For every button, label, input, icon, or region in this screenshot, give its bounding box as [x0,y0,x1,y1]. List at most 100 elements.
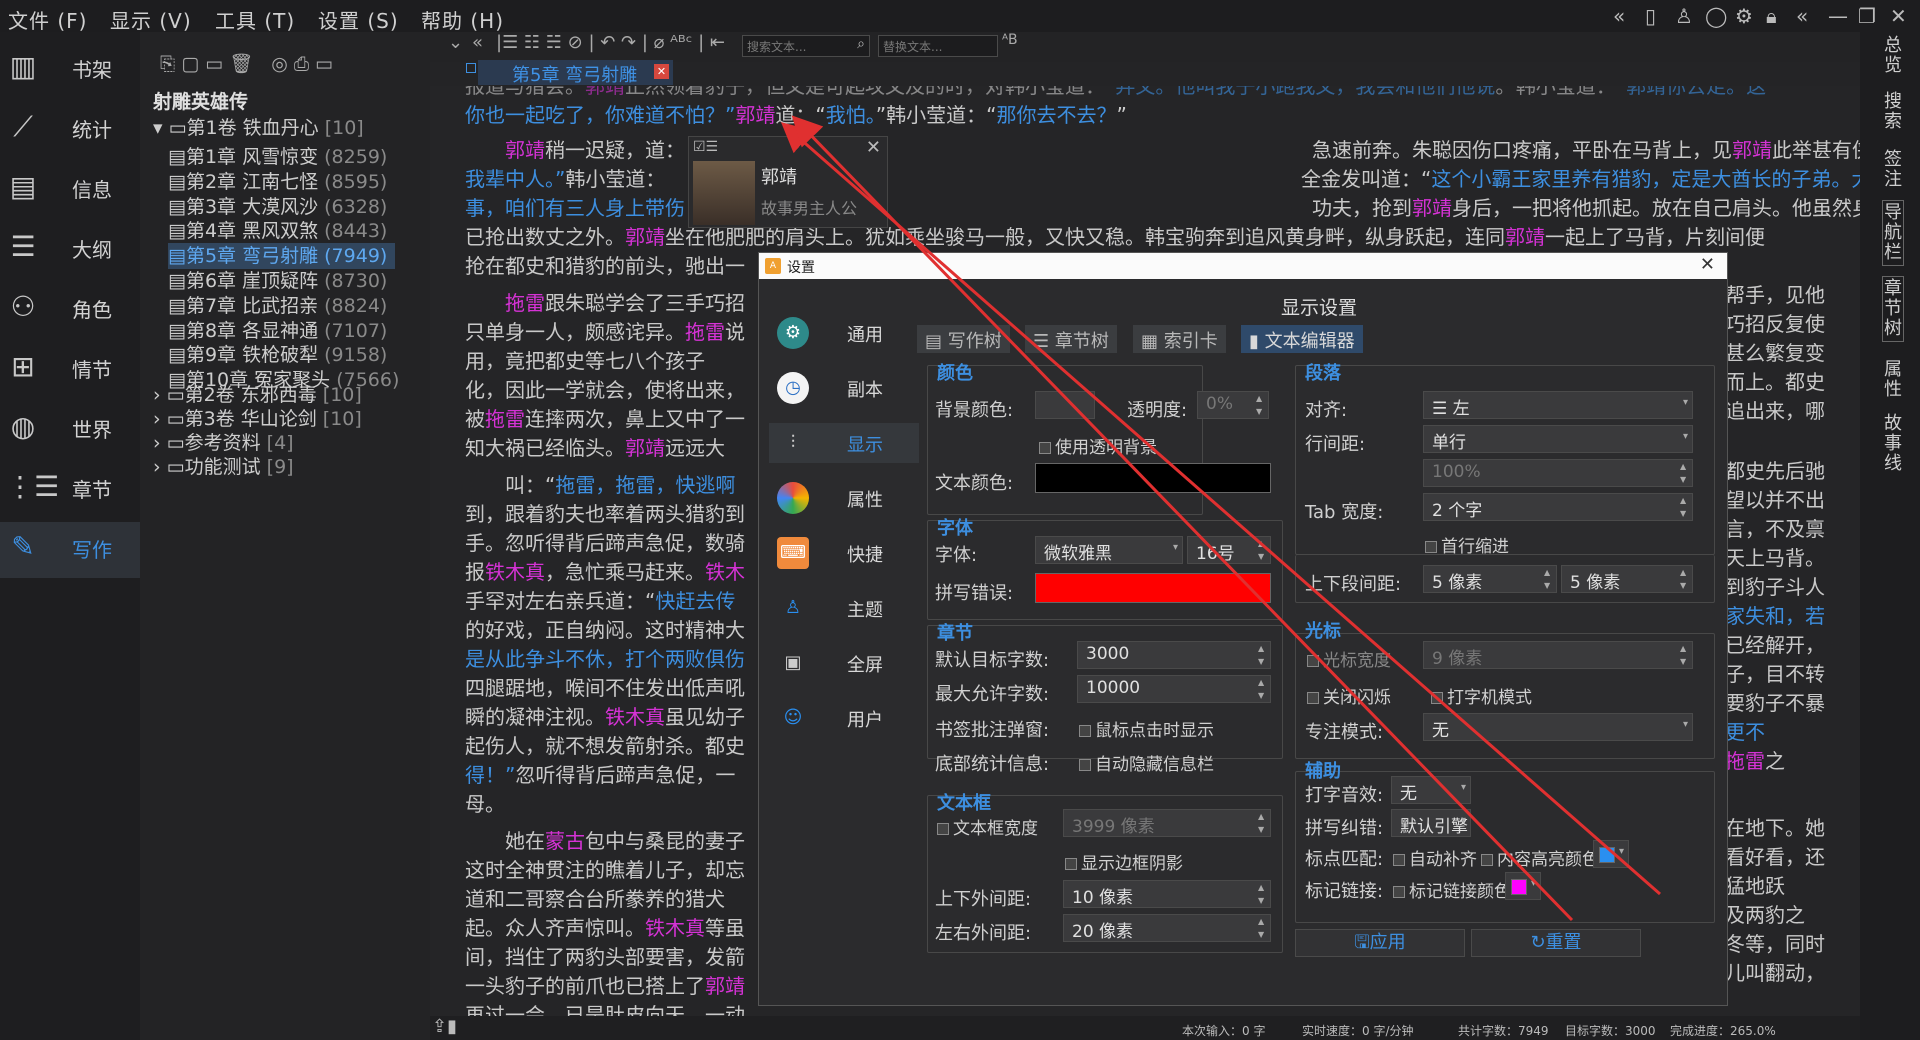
hmargin-spinner[interactable]: 20 像素 ▲ ▼ [1063,914,1271,942]
nav-bookshelf[interactable]: ▥ 书架 [0,42,140,98]
nav-stats[interactable]: ⟋ 统计 [0,102,140,158]
highlight-color-swatch[interactable] [1599,847,1615,863]
checkbox-box[interactable] [1307,692,1319,704]
edit-icon[interactable]: ☑☰ [693,139,718,155]
checkbox-box[interactable] [1039,442,1051,454]
tree-chapter[interactable]: ▤第1章 风雪惊变 (8259) [168,144,387,170]
tab-width-spinner[interactable]: 2 个字 ▲ ▼ [1423,493,1693,521]
tree-folder[interactable]: › ▭参考资料 [4] [153,430,294,456]
nav-outline[interactable]: ☰ 大纲 [0,222,140,278]
share-icon[interactable]: ⇪▮ [432,1016,457,1037]
font-select[interactable]: 微软雅黑 ▾ [1035,536,1183,564]
tree-chapter-selected[interactable]: ▤第5章 弯弓射雕 (7949) [168,243,396,270]
checkbox-box[interactable] [1065,858,1077,870]
dnav-theme[interactable]: ♙ 主题 [769,588,919,628]
typing-sound-select[interactable]: 无 ▾ [1391,776,1471,804]
spinner-arrows-icon[interactable]: ▲ ▼ [1258,537,1268,563]
menu-tools[interactable]: 工具 (T) [215,5,295,34]
apply-button[interactable]: 🖫︎应用 [1295,929,1465,957]
replace-input[interactable]: 替换文本... [878,35,998,57]
border-shadow-checkbox[interactable]: 显示边框阴影 [1065,849,1183,874]
nav-world[interactable]: ◍ 世界 [0,402,140,458]
spell-check-select[interactable]: 默认引擎 ▾ [1391,809,1471,837]
double-left-icon[interactable]: « [1796,4,1808,28]
menu-settings[interactable]: 设置 (S) [318,5,399,34]
spinner-arrows-icon[interactable]: ▲ ▼ [1258,915,1268,941]
text-color-swatch[interactable] [1035,463,1271,493]
para-spacing-top-spinner[interactable]: 5 像素 ▲ ▼ [1423,565,1557,593]
dnav-display[interactable]: ⫶ 显示 [769,423,919,463]
spinner-arrows-icon[interactable]: ▲ ▼ [1258,676,1268,702]
font-size-spinner[interactable]: 16号 ▲ ▼ [1187,536,1271,564]
spinner-arrows-icon[interactable]: ▲ ▼ [1680,460,1690,486]
highlight-checkbox[interactable]: 内容高亮颜色 [1481,845,1599,870]
line-spacing-percent[interactable]: 100% ▲ ▼ [1423,459,1693,487]
first-line-indent-checkbox[interactable]: 首行缩进 [1425,532,1509,557]
transparent-bg-checkbox[interactable]: 使用透明背景 [1039,433,1157,458]
reset-button[interactable]: ↻重置 [1471,929,1641,957]
no-blink-checkbox[interactable]: 关闭闪烁 [1307,683,1391,708]
tab-close-icon[interactable]: ✕ [654,64,669,79]
spinner-arrows-icon[interactable]: ▲ ▼ [1258,881,1268,907]
collapse-left-icon[interactable]: « [1613,4,1625,28]
minimize-icon[interactable]: — [1828,4,1848,28]
cursor-width-spinner[interactable]: 9 像素 ▲ ▼ [1423,641,1693,669]
textbox-width-spinner[interactable]: 3999 像素 ▲ ▼ [1063,809,1271,837]
search-icon[interactable]: ⌕ [857,36,865,52]
tree-chapter[interactable]: ▤第3章 大漠风沙 (6328) [168,194,387,220]
tree-chapter[interactable]: ▤第9章 铁枪破犁 (9158) [168,342,387,368]
collapse-icon[interactable]: « [472,32,483,53]
dnav-general[interactable]: ⚙ 通用 [769,313,919,353]
line-spacing-select[interactable]: 单行 ▾ [1423,425,1693,453]
checkbox-box[interactable] [1393,886,1405,898]
nav-write[interactable]: ✎ 写作 [0,522,140,578]
shirt-icon[interactable]: ♙ [1675,4,1693,28]
checkbox-box[interactable] [1079,725,1091,737]
rb-search[interactable]: 搜索 [1882,92,1904,132]
mark-link-checkbox[interactable]: 标记链接颜色 [1393,877,1511,902]
bg-color-swatch[interactable] [1035,391,1095,419]
typewriter-checkbox[interactable]: 打字机模式 [1431,683,1532,708]
rb-notes[interactable]: 签注 [1882,150,1904,190]
format-icons[interactable]: |☰ ☷ ☵ ⊘ | ↶ ↷ | ⌀ ᴬᴮᶜ | ⇤ [496,32,725,53]
nav-characters[interactable]: ⚇ 角色 [0,282,140,338]
nav-chapters[interactable]: ⋮☰ 章节 [0,462,140,518]
dnav-properties[interactable]: 属性 [769,478,919,518]
checkbox-box[interactable] [1393,854,1405,866]
menu-help[interactable]: 帮助 (H) [421,5,504,34]
chevron-down-icon[interactable]: ⌄ [448,32,463,53]
checkbox-box[interactable] [1307,655,1319,667]
dnav-backup[interactable]: ◷ 副本 [769,368,919,408]
spinner-arrows-icon[interactable]: ▲ ▼ [1258,642,1268,668]
focus-mode-select[interactable]: 无 ▾ [1423,713,1693,741]
tab-writing-tree[interactable]: ▤ 写作树 [917,325,1010,353]
phone-icon[interactable]: ▯ [1645,4,1656,28]
gear-icon[interactable]: ⚙ [1735,4,1753,28]
dnav-fullscreen[interactable]: ▣ 全屏 [769,643,919,683]
target-words-spinner[interactable]: 3000 ▲ ▼ [1077,641,1271,669]
para-spacing-bottom-spinner[interactable]: 5 像素 ▲ ▼ [1561,565,1693,593]
lock-icon[interactable]: 🔒︎ [1766,4,1777,28]
dnav-shortcuts[interactable]: ⌨ 快捷 [769,533,919,573]
vmargin-spinner[interactable]: 10 像素 ▲ ▼ [1063,880,1271,908]
regex-icon[interactable]: ᴬB [1002,32,1018,48]
spinner-arrows-icon[interactable]: ▲ ▼ [1680,566,1690,592]
tree-volume[interactable]: › ▭第2卷 东邪西毒 [10] [153,382,362,408]
spell-error-color-swatch[interactable] [1035,573,1271,603]
tree-chapter[interactable]: ▤第6章 崖顶疑阵 (8730) [168,268,387,294]
search-input[interactable]: 搜索文本... ⌕ [742,35,870,57]
spinner-arrows-icon[interactable]: ▲ ▼ [1680,494,1690,520]
tree-volume[interactable]: › ▭第3卷 华山论剑 [10] [153,406,362,432]
tree-chapter[interactable]: ▤第7章 比武招亲 (8824) [168,293,387,319]
highlight-color-picker[interactable]: ▾ [1593,840,1629,868]
link-color-picker[interactable]: ▾ [1505,872,1541,900]
autocomplete-checkbox[interactable]: 自动补齐 [1393,845,1477,870]
tab-pin-icon[interactable] [466,63,476,73]
close-icon[interactable]: ✕ [1890,4,1907,28]
rb-navigation[interactable]: 导航栏 [1882,200,1904,266]
cursor-width-checkbox[interactable]: 光标宽度 [1307,646,1391,671]
tree-folder[interactable]: › ▭功能测试 [9] [153,454,294,480]
checkbox-box[interactable] [1431,692,1443,704]
restore-icon[interactable]: ❐ [1858,4,1876,28]
checkbox-box[interactable] [937,823,949,835]
